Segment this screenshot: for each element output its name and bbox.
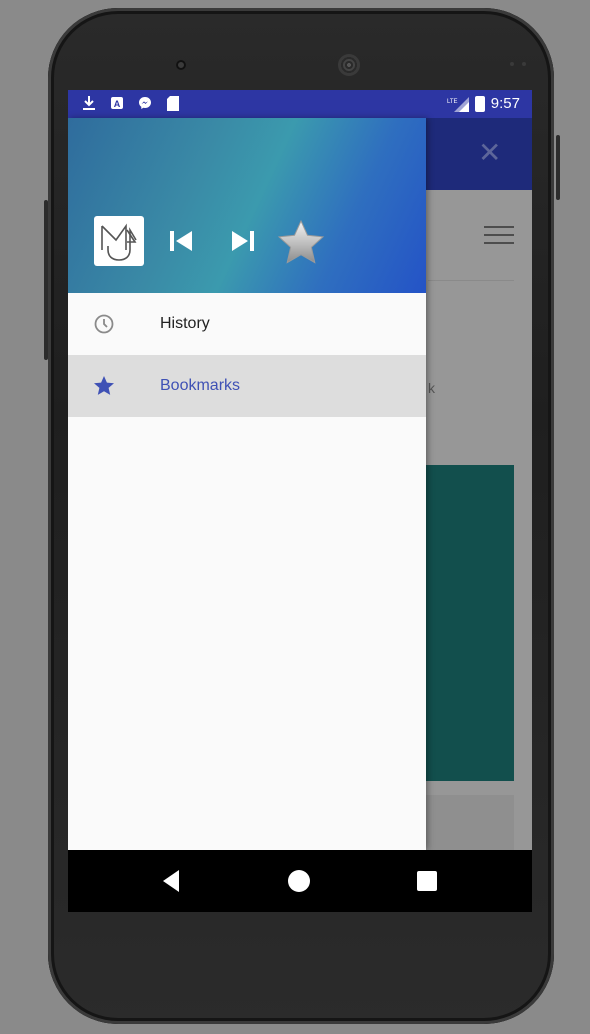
battery-icon [474, 95, 485, 112]
clock: 9:57 [490, 95, 520, 112]
sensor [522, 62, 526, 66]
drawer-item-label: History [160, 315, 210, 332]
bookmark-star-icon [92, 374, 116, 398]
close-icon: ✕ [478, 137, 502, 168]
home-button[interactable] [288, 870, 310, 892]
drawer-item-bookmarks[interactable]: Bookmarks [68, 355, 426, 417]
front-camera [176, 60, 186, 70]
history-icon [92, 312, 116, 336]
navigation-drawer: History Bookmarks [68, 118, 426, 850]
background-divider [428, 280, 514, 281]
device-screen: A LTE 9:57 ✕ k History Bookmarks [68, 90, 532, 912]
background-card-footer [426, 795, 514, 850]
skip-previous-icon[interactable] [166, 226, 196, 256]
svg-text:A: A [114, 99, 121, 109]
volume-button [44, 200, 48, 360]
power-button [556, 135, 560, 200]
drawer-item-history[interactable]: History [68, 293, 426, 355]
sensor [510, 62, 514, 66]
system-navigation-bar [68, 850, 532, 912]
skip-next-icon[interactable] [228, 226, 258, 256]
download-icon [82, 95, 96, 111]
network-label: LTE [447, 99, 458, 105]
status-bar: A LTE 9:57 [68, 90, 532, 118]
menu-icon [484, 226, 514, 250]
background-text: k [428, 380, 435, 396]
drawer-header [68, 118, 426, 293]
drawer-item-label: Bookmarks [160, 377, 241, 394]
back-button[interactable] [163, 870, 179, 892]
star-icon[interactable] [276, 218, 326, 268]
background-card [426, 465, 514, 781]
sd-card-icon [166, 95, 180, 111]
recents-button[interactable] [417, 871, 437, 891]
app-logo-icon[interactable] [94, 216, 144, 266]
earpiece-speaker [338, 54, 360, 76]
messenger-icon [138, 95, 152, 111]
signal-icon: LTE [447, 96, 469, 112]
a-icon: A [110, 95, 124, 111]
